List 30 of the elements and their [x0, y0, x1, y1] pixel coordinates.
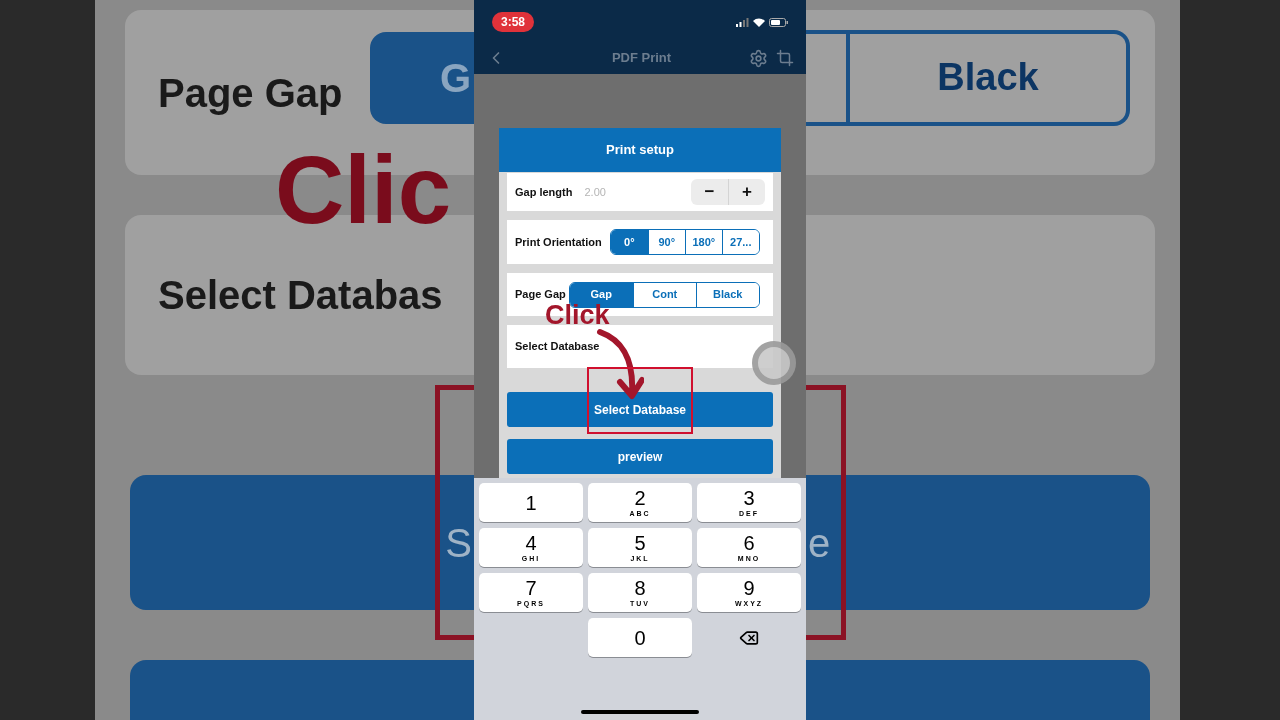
action-button[interactable]: preview [507, 439, 773, 474]
background-annotation: Clic [275, 135, 452, 245]
row-label: Page Gap [515, 287, 566, 303]
segment-tab[interactable]: Black [695, 282, 759, 307]
background-segment-label: Black [937, 55, 1039, 100]
background-button-letter: e [808, 519, 831, 567]
gap-length-field[interactable]: 2.00 [584, 183, 645, 201]
row-label: Gap length [515, 184, 573, 200]
time-badge: 3:58 [492, 12, 535, 32]
segment-tab[interactable]: 27... [721, 230, 759, 254]
background-segment: G [370, 31, 474, 124]
keypad-key[interactable]: 0 [588, 618, 692, 657]
keypad-key[interactable]: 1 [479, 483, 583, 522]
dialog-title: Print setup [606, 141, 674, 160]
row-label: Select Database [515, 339, 600, 355]
action-button[interactable]: Select Database [507, 392, 773, 427]
signal-icon [736, 17, 749, 27]
stepper-button[interactable]: − [691, 179, 728, 205]
wifi-icon [753, 17, 765, 27]
background-button-letter: S [445, 519, 472, 567]
segment-tab[interactable]: 0° [610, 230, 648, 254]
row-label: Print Orientation [515, 234, 602, 250]
background-label: Select Databas [158, 272, 443, 319]
touch-indicator [752, 341, 796, 385]
nav-title: PDF Print [610, 49, 673, 68]
settings-icon[interactable] [749, 48, 768, 68]
crop-icon[interactable] [776, 49, 794, 67]
background-title: Page Gap [158, 69, 343, 117]
battery-icon [769, 17, 788, 27]
stepper-button[interactable]: + [728, 179, 765, 205]
